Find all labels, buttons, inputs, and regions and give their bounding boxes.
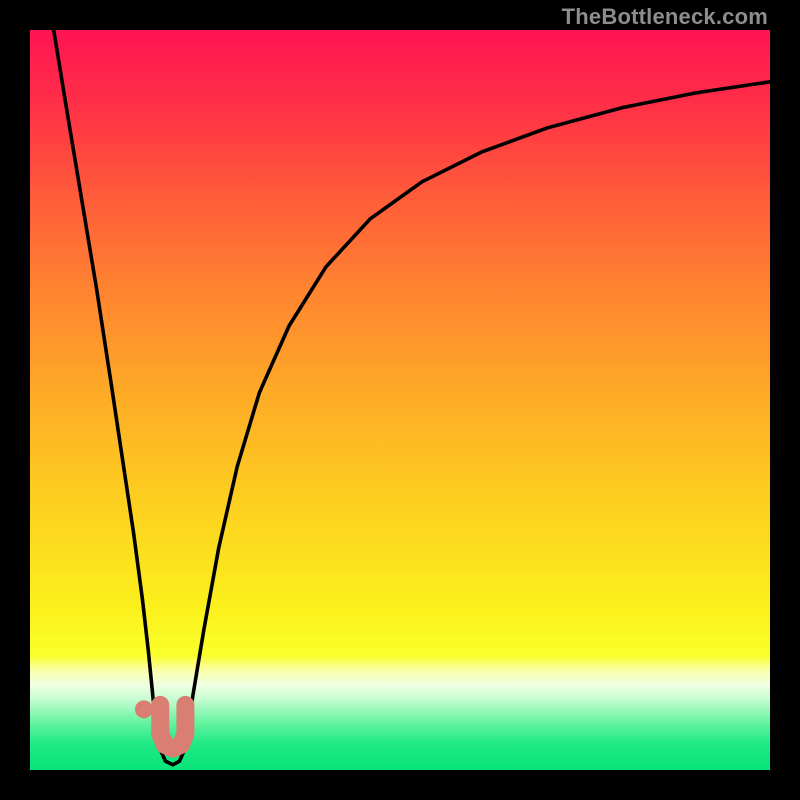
plot-area (30, 30, 770, 770)
chart-svg (30, 30, 770, 770)
outer-frame: TheBottleneck.com (0, 0, 800, 800)
dot-marker (135, 700, 153, 718)
gradient-background (30, 30, 770, 770)
watermark-label: TheBottleneck.com (562, 4, 768, 30)
